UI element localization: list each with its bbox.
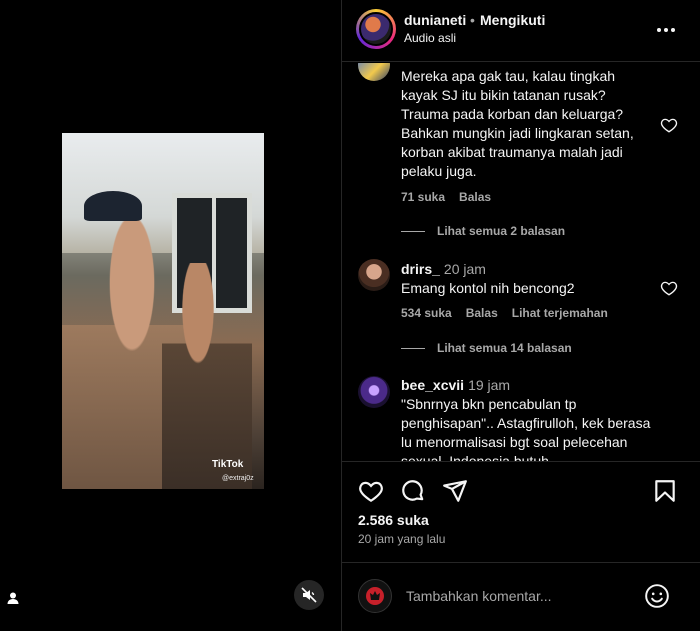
comment-reply-button[interactable]: Balas	[459, 190, 491, 204]
comment-meta: 534 suka Balas Lihat terjemahan	[401, 306, 622, 320]
comment-text: Emang kontol nih bencong2	[401, 280, 575, 296]
comment-button[interactable]	[400, 478, 426, 504]
share-icon	[443, 480, 467, 502]
add-comment-bar	[342, 562, 700, 631]
comment-like-button[interactable]	[660, 279, 678, 297]
comment-username[interactable]: bee_xcvii	[401, 377, 464, 393]
comment-time: 19 jam	[468, 377, 511, 393]
emoji-button[interactable]	[644, 583, 670, 609]
bookmark-icon	[655, 480, 675, 502]
more-horizontal-icon	[657, 28, 675, 32]
more-options-button[interactable]	[654, 18, 678, 42]
video-player[interactable]: TikTok @extraj0z	[62, 133, 264, 489]
like-button[interactable]	[358, 478, 384, 504]
post-timestamp: 20 jam yang lalu	[358, 532, 446, 546]
comments-list[interactable]: Mereka apa gak tau, kalau tingkah kayak …	[342, 63, 700, 461]
mute-button[interactable]	[294, 580, 324, 610]
view-replies-button[interactable]: Lihat semua 2 balasan	[401, 224, 565, 238]
follow-status-button[interactable]: Mengikuti	[480, 12, 545, 28]
heart-icon	[660, 118, 678, 133]
tiktok-watermark-handle: @extraj0z	[222, 475, 254, 482]
audio-link[interactable]: Audio asli	[404, 31, 456, 45]
comment-icon	[402, 480, 424, 501]
comment-avatar[interactable]	[358, 63, 390, 81]
comment-meta: 71 suka Balas	[401, 190, 505, 204]
post-side-panel: dunianeti • Mengikuti Audio asli Mereka …	[341, 0, 700, 631]
share-button[interactable]	[442, 478, 468, 504]
user-icon[interactable]	[6, 591, 20, 605]
video-person-cap	[84, 191, 142, 221]
speaker-muted-icon	[301, 587, 317, 603]
comment-text: "Sbnrnya bkn pencabulan tp penghisapan".…	[401, 396, 651, 461]
save-button[interactable]	[652, 478, 678, 504]
header-separator: •	[470, 12, 475, 28]
heart-icon	[359, 481, 383, 503]
heart-icon	[660, 281, 678, 296]
comment-username[interactable]: drirs_	[401, 261, 440, 277]
current-user-avatar	[358, 579, 392, 613]
view-replies-label: Lihat semua 14 balasan	[437, 341, 572, 355]
post-header: dunianeti • Mengikuti Audio asli	[342, 0, 700, 62]
comment-header: drirs_ 20 jam	[401, 260, 651, 279]
author-avatar[interactable]	[356, 9, 396, 49]
post-actions-bar: 2.586 suka 20 jam yang lalu	[342, 461, 700, 571]
comment-avatar[interactable]	[358, 376, 390, 408]
add-comment-input[interactable]	[406, 585, 636, 607]
post-like-count[interactable]: 2.586 suka	[358, 512, 429, 528]
emoji-icon	[645, 584, 669, 608]
author-username[interactable]: dunianeti	[404, 12, 466, 28]
media-pane: TikTok @extraj0z	[0, 0, 340, 631]
video-person-secondary	[162, 263, 252, 489]
comment-translate-button[interactable]: Lihat terjemahan	[512, 306, 608, 320]
view-replies-label: Lihat semua 2 balasan	[437, 224, 566, 238]
view-replies-button[interactable]: Lihat semua 14 balasan	[401, 341, 572, 355]
comment-avatar[interactable]	[358, 259, 390, 291]
comment-header: bee_xcvii 19 jam	[401, 376, 651, 395]
comment-text: Mereka apa gak tau, kalau tingkah kayak …	[401, 68, 634, 179]
comment-like-button[interactable]	[660, 116, 678, 134]
comment-like-count[interactable]: 71 suka	[401, 190, 445, 204]
comment-reply-button[interactable]: Balas	[466, 306, 498, 320]
tiktok-watermark: TikTok	[212, 459, 244, 470]
comment-like-count[interactable]: 534 suka	[401, 306, 452, 320]
comment-time: 20 jam	[443, 261, 486, 277]
